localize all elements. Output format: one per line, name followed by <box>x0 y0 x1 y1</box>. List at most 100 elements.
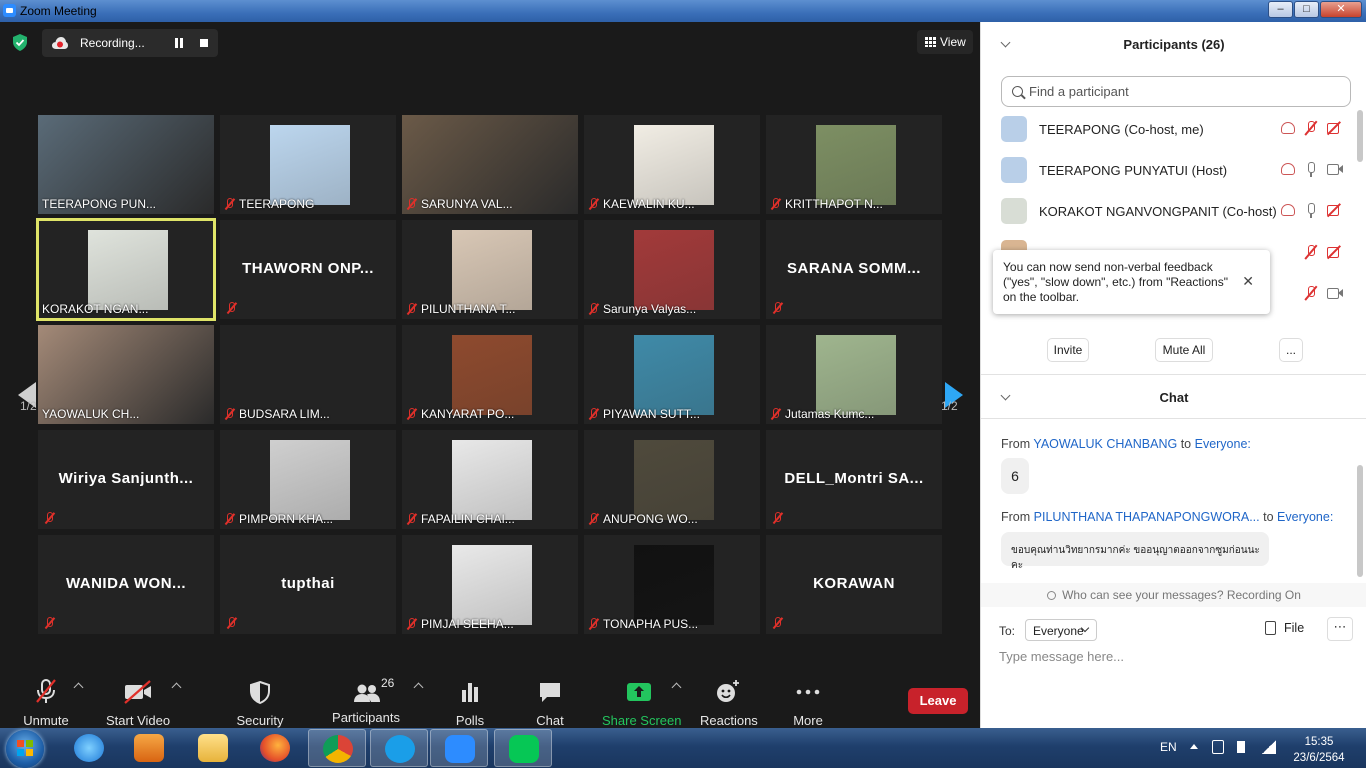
participant-tile[interactable]: SARUNYA VAL... <box>402 115 578 214</box>
participants-button[interactable]: 26 Participants <box>330 676 402 725</box>
taskbar-ie[interactable] <box>60 729 118 767</box>
chat-sender[interactable]: PILUNTHANA THAPANAPONGWORA... <box>1034 510 1260 524</box>
leave-button[interactable]: Leave <box>908 688 968 714</box>
mic-muted-icon[interactable] <box>1304 245 1318 260</box>
participant-name-label: KANYARAT PO... <box>406 407 514 421</box>
cloud-recording-icon <box>1281 204 1295 216</box>
participant-tile[interactable]: SARANA SOMM... <box>766 220 942 319</box>
view-button[interactable]: View <box>917 30 973 54</box>
taskbar-chrome[interactable] <box>308 729 366 767</box>
encryption-shield-icon[interactable] <box>12 34 28 51</box>
camera-off-icon[interactable] <box>1327 203 1343 217</box>
participant-tile[interactable]: Jutamas Kumc... <box>766 325 942 424</box>
more-button[interactable]: More <box>790 678 826 728</box>
participant-tile[interactable]: KAEWALIN KU... <box>584 115 760 214</box>
invite-button[interactable]: Invite <box>1047 338 1089 362</box>
show-hidden-icons-icon[interactable] <box>1190 744 1198 749</box>
taskbar-firefox[interactable] <box>246 729 304 767</box>
camera-off-icon[interactable] <box>1327 245 1343 259</box>
participant-tile[interactable]: BUDSARA LIM... <box>220 325 396 424</box>
network-signal-icon[interactable] <box>1262 740 1276 754</box>
chat-scrollbar[interactable] <box>1357 465 1363 577</box>
file-button[interactable]: File <box>1265 621 1304 635</box>
taskbar-explorer[interactable] <box>184 729 242 767</box>
recipient-dropdown[interactable]: Everyone <box>1025 619 1097 641</box>
participant-tile[interactable]: tupthai <box>220 535 396 634</box>
participant-tile[interactable]: WANIDA WON... <box>38 535 214 634</box>
mic-muted-icon <box>588 513 599 525</box>
participant-row[interactable]: KORAKOT NGANVONGPANIT (Co-host) <box>1001 192 1341 232</box>
chat-message-input[interactable]: Type message here... <box>999 649 1124 664</box>
participant-tile[interactable]: THAWORN ONP... <box>220 220 396 319</box>
participant-tile[interactable]: PILUNTHANA T... <box>402 220 578 319</box>
mic-muted-icon[interactable] <box>1304 121 1318 136</box>
maximize-button[interactable]: □ <box>1294 1 1319 18</box>
audio-options-chevron-icon[interactable] <box>73 682 84 693</box>
reactions-button[interactable]: Reactions <box>700 678 758 728</box>
chat-header: Chat <box>1159 390 1189 405</box>
participant-tile[interactable]: Sarunya Valyas... <box>584 220 760 319</box>
pause-recording-icon[interactable] <box>174 38 184 48</box>
participant-row[interactable]: TEERAPONG PUNYATUI (Host) <box>1001 151 1343 191</box>
tooltip-close-button[interactable]: ✕ <box>1242 274 1254 289</box>
input-language[interactable]: EN <box>1160 740 1177 754</box>
participant-tile[interactable]: DELL_Montri SA... <box>766 430 942 529</box>
participant-tile[interactable]: YAOWALUK CH... <box>38 325 214 424</box>
participants-options-chevron-icon[interactable] <box>413 682 424 693</box>
close-window-button[interactable]: ✕ <box>1320 1 1362 18</box>
participant-tile[interactable]: FAPAILIN CHAI... <box>402 430 578 529</box>
chat-button[interactable]: Chat <box>532 678 568 728</box>
stop-recording-icon[interactable] <box>200 39 208 47</box>
security-button[interactable]: Security <box>234 678 286 728</box>
participants-scrollbar[interactable] <box>1357 110 1363 162</box>
taskbar-skype[interactable] <box>370 729 428 767</box>
participant-tile[interactable]: PIMJAI SEEHA... <box>402 535 578 634</box>
chat-recipient[interactable]: Everyone: <box>1195 437 1251 451</box>
participant-row[interactable]: TEERAPONG (Co-host, me) <box>1001 110 1341 150</box>
participant-tile[interactable]: PIMPORN KHA... <box>220 430 396 529</box>
unmute-button[interactable]: Unmute <box>22 678 70 728</box>
video-options-chevron-icon[interactable] <box>171 682 182 693</box>
participant-tile[interactable]: KORAWAN <box>766 535 942 634</box>
taskbar-clock[interactable]: 15:35 23/6/2564 <box>1288 734 1350 766</box>
participant-name: KAEWALIN KU... <box>603 197 695 211</box>
reactions-smiley-icon <box>717 680 739 702</box>
taskbar-zoom[interactable] <box>430 729 488 767</box>
camera-on-icon[interactable] <box>1327 162 1343 176</box>
participant-tile[interactable]: TEERAPONG <box>220 115 396 214</box>
start-button[interactable] <box>6 730 44 768</box>
mic-on-icon[interactable] <box>1304 203 1318 218</box>
minimize-button[interactable]: – <box>1268 1 1293 18</box>
mic-on-icon[interactable] <box>1304 162 1318 177</box>
share-screen-button[interactable]: Share Screen <box>602 678 682 728</box>
camera-on-icon[interactable] <box>1327 286 1343 300</box>
participant-tile[interactable]: ANUPONG WO... <box>584 430 760 529</box>
taskbar-media-player[interactable] <box>120 729 178 767</box>
participant-tile[interactable]: KRITTHAPOT N... <box>766 115 942 214</box>
polls-label: Polls <box>455 713 485 728</box>
chat-recipient[interactable]: Everyone: <box>1277 510 1333 524</box>
chat-sender[interactable]: YAOWALUK CHANBANG <box>1033 437 1177 451</box>
mute-all-button[interactable]: Mute All <box>1155 338 1213 362</box>
participant-tile[interactable]: TONAPHA PUS... <box>584 535 760 634</box>
participant-tile[interactable]: TEERAPONG PUN... <box>38 115 214 214</box>
participants-more-button[interactable]: ... <box>1279 338 1303 362</box>
participant-tile[interactable]: PIYAWAN SUTT... <box>584 325 760 424</box>
participant-tile[interactable]: KANYARAT PO... <box>402 325 578 424</box>
polls-button[interactable]: Polls <box>452 678 488 728</box>
who-can-see-notice[interactable]: Who can see your messages? Recording On <box>981 583 1366 607</box>
participant-tile[interactable]: KORAKOT NGAN... <box>36 218 216 321</box>
start-video-button[interactable]: Start Video <box>106 678 170 728</box>
volume-muted-icon[interactable] <box>1237 741 1245 753</box>
mic-muted-icon <box>406 618 417 630</box>
taskbar-line[interactable] <box>494 729 552 767</box>
mic-muted-icon <box>770 198 781 210</box>
chat-more-button[interactable]: ⋯ <box>1327 617 1353 641</box>
camera-off-icon[interactable] <box>1327 121 1343 135</box>
action-center-icon[interactable] <box>1212 740 1224 754</box>
participant-tile[interactable]: Wiriya Sanjunth... <box>38 430 214 529</box>
mic-muted-icon[interactable] <box>1304 286 1318 301</box>
who-can-see-text: Who can see your messages? Recording On <box>1062 588 1301 602</box>
cloud-recording-icon <box>1281 163 1295 175</box>
participant-search-input[interactable]: Find a participant <box>1001 76 1351 107</box>
